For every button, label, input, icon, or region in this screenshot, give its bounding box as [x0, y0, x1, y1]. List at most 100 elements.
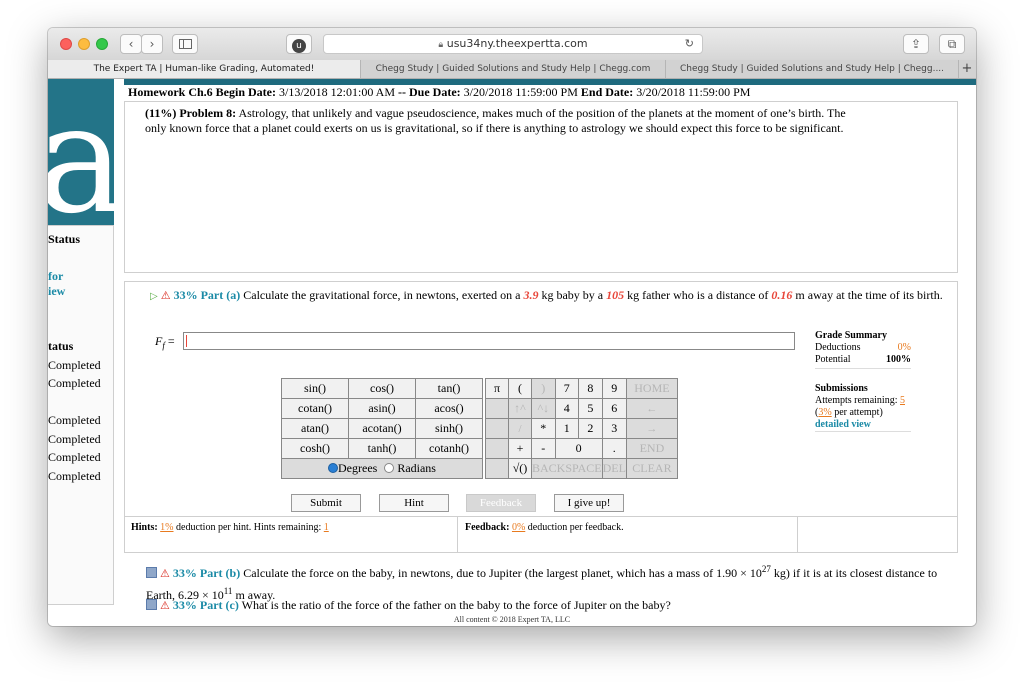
part-c-label[interactable]: 33% Part (c) [173, 598, 239, 612]
calc-key[interactable]: cotanh() [415, 438, 483, 459]
tabs-icon: ⧉ [947, 37, 957, 51]
digit-key[interactable]: 3 [601, 418, 627, 439]
logo-panel: a [48, 79, 125, 235]
tab-chegg-1[interactable]: Chegg Study | Guided Solutions and Study… [361, 60, 666, 78]
part-a-text: kg father who is a distance of [627, 288, 769, 302]
back-button[interactable]: ‹ [120, 34, 142, 54]
blank-key [485, 418, 509, 439]
digit-key[interactable]: 5 [578, 398, 603, 419]
decimal-key[interactable]: . [601, 438, 627, 459]
close-paren-key[interactable]: ) [531, 378, 556, 399]
minus-key[interactable]: - [531, 438, 556, 459]
part-c-text: What is the ratio of the force of the fa… [241, 598, 671, 612]
chevron-left-icon: ‹ [128, 37, 134, 51]
part-b-label[interactable]: 33% Part (b) [173, 566, 240, 580]
collapse-icon[interactable] [146, 599, 157, 610]
sidebar-link[interactable]: iew [48, 284, 65, 299]
divide-key[interactable]: / [508, 418, 532, 439]
share-button[interactable]: ⇪ [903, 34, 929, 54]
lock-icon: 🔒︎ [438, 40, 444, 50]
feedback-button[interactable]: Feedback [466, 494, 536, 512]
home-key[interactable]: HOME [625, 378, 678, 399]
submit-button[interactable]: Submit [291, 494, 361, 512]
collapse-icon[interactable] [146, 567, 157, 578]
per-attempt-text: per attempt) [834, 407, 883, 418]
calc-key[interactable]: asin() [348, 398, 416, 419]
zoom-window-button[interactable] [96, 38, 108, 50]
tab-label: Chegg Study | Guided Solutions and Study… [375, 64, 651, 74]
address-bar[interactable]: 🔒︎ usu34ny.theexpertta.com ↻ [323, 34, 703, 54]
digit-key[interactable]: 2 [578, 418, 603, 439]
radians-radio[interactable] [384, 463, 395, 473]
calc-key[interactable]: cotan() [281, 398, 349, 419]
warning-icon: ⚠ [160, 568, 170, 580]
plus-icon: + [961, 61, 973, 76]
pi-key[interactable]: π [485, 378, 509, 399]
digit-key[interactable]: 8 [578, 378, 603, 399]
del-key[interactable]: DEL [601, 458, 627, 479]
digit-key[interactable]: 7 [554, 378, 580, 399]
plus-key[interactable]: + [508, 438, 532, 459]
begin-date: 3/13/2018 12:01:00 AM [278, 85, 395, 99]
calc-key[interactable]: acotan() [348, 418, 416, 439]
calc-key[interactable]: tanh() [348, 438, 416, 459]
potential-label: Potential [815, 354, 851, 365]
tab-bar: The Expert TA | Human-like Grading, Auto… [48, 60, 976, 79]
number-keypad: π() 7 8 9 HOME ↑^ ^↓ 4 5 6 ← / * 1 2 3 → + -0. END √() BA… [485, 378, 678, 479]
part-a-label[interactable]: 33% Part (a) [174, 288, 241, 302]
new-tab-button[interactable]: + [958, 60, 976, 78]
digit-key[interactable]: 4 [554, 398, 580, 419]
grade-summary: Grade Summary Deductions 0% Potential 100%… [815, 330, 911, 432]
chevron-right-icon: › [149, 37, 155, 51]
page-content: a Status for iew tatus Completed Complet… [48, 79, 976, 626]
attempts-label: Attempts remaining: [815, 395, 898, 406]
hints-info: Hints: 1% deduction per hint. Hints rema… [131, 522, 329, 533]
digit-key[interactable]: 6 [601, 398, 627, 419]
warning-icon: ⚠ [160, 600, 170, 612]
digit-key[interactable]: 1 [554, 418, 580, 439]
close-window-button[interactable] [60, 38, 72, 50]
digit-key[interactable]: 9 [601, 378, 627, 399]
superscript-down-key[interactable]: ^↓ [531, 398, 556, 419]
tab-chegg-2[interactable]: Chegg Study | Guided Solutions and Study… [666, 60, 959, 78]
hint-button[interactable]: Hint [379, 494, 449, 512]
reload-icon[interactable]: ↻ [685, 35, 694, 53]
superscript-up-key[interactable]: ↑^ [508, 398, 532, 419]
calc-key[interactable]: sin() [281, 378, 349, 399]
answer-label: Ff = [155, 334, 175, 351]
clear-key[interactable]: CLEAR [625, 458, 678, 479]
end-key[interactable]: END [625, 438, 678, 459]
detailed-view-link[interactable]: detailed view [815, 419, 911, 432]
forward-button[interactable]: › [141, 34, 163, 54]
forward-arrow-key[interactable]: → [625, 418, 678, 439]
sqrt-key[interactable]: √() [508, 458, 532, 479]
potential-value: 100% [886, 354, 911, 365]
answer-input[interactable] [183, 332, 795, 350]
calc-key[interactable]: cos() [348, 378, 416, 399]
sidebar-toggle-button[interactable] [172, 34, 198, 54]
zero-key[interactable]: 0 [554, 438, 603, 459]
calc-key[interactable]: tan() [415, 378, 483, 399]
radians-label: Radians [397, 461, 436, 475]
homework-header: Homework Ch.6 Begin Date: 3/13/2018 12:0… [128, 85, 750, 100]
extension-button[interactable]: u [286, 34, 312, 54]
calc-key[interactable]: atan() [281, 418, 349, 439]
tabs-overview-button[interactable]: ⧉ [939, 34, 965, 54]
calc-key[interactable]: cosh() [281, 438, 349, 459]
calc-key[interactable]: sinh() [415, 418, 483, 439]
multiply-key[interactable]: * [531, 418, 556, 439]
open-paren-key[interactable]: ( [508, 378, 532, 399]
backspace-key[interactable]: BACKSPACE [531, 458, 603, 479]
play-icon[interactable]: ▷ [150, 291, 158, 302]
back-arrow-key[interactable]: ← [625, 398, 678, 419]
part-a-text: m away at the time of its birth. [795, 288, 943, 302]
sidebar-status-heading: tatus [48, 339, 74, 353]
part-c-question: ⚠ 33% Part (c) What is the ratio of the … [146, 597, 946, 615]
warning-icon: ⚠ [160, 290, 171, 302]
minimize-window-button[interactable] [78, 38, 90, 50]
problem-label: (11%) Problem 8: [145, 106, 237, 120]
degrees-radio[interactable] [328, 463, 338, 473]
calc-key[interactable]: acos() [415, 398, 483, 419]
give-up-button[interactable]: I give up! [554, 494, 624, 512]
sidebar-link[interactable]: for [48, 269, 63, 284]
